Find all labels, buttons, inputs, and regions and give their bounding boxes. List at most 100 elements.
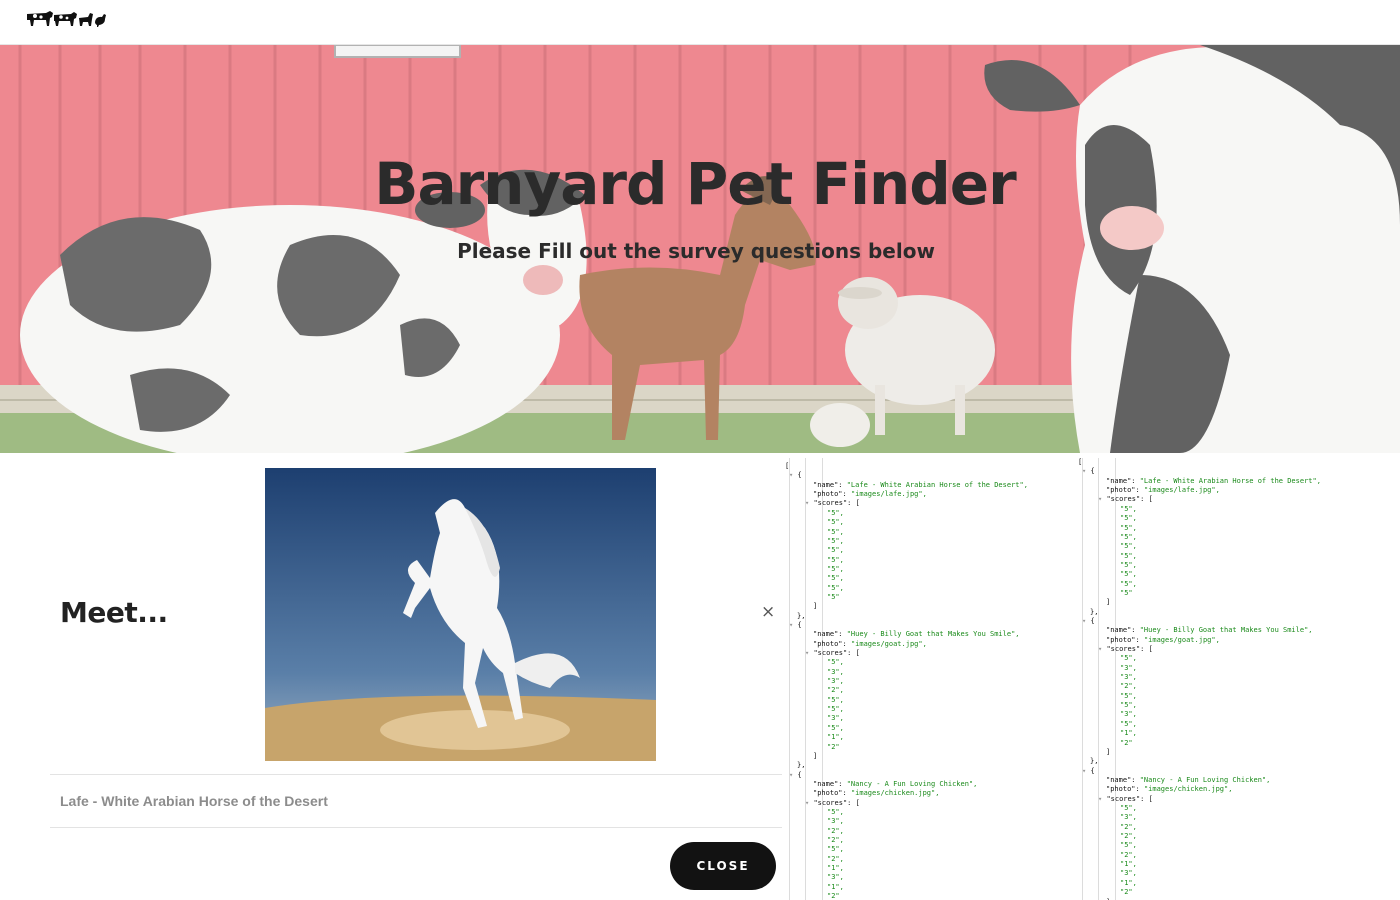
json-score-value: "5", — [1120, 654, 1137, 663]
json-score-value: "3", — [827, 677, 844, 685]
json-bracket: ] — [813, 751, 818, 760]
json-scores-line: ▾ "scores": [ — [805, 798, 860, 807]
barnyard-animals-logo-icon[interactable] — [26, 8, 108, 30]
json-photo-line: "photo": "images/lafe.jpg", — [1106, 486, 1220, 494]
close-icon[interactable]: × — [761, 602, 775, 622]
json-score-value: "1", — [1120, 729, 1137, 738]
json-name-line: "name": "Lafe - White Arabian Horse of t… — [1106, 476, 1321, 485]
close-button[interactable]: CLOSE — [670, 842, 776, 890]
json-score-value: "5", — [1120, 560, 1137, 569]
json-object-open: ▾ { — [789, 620, 802, 629]
json-score-value: "5", — [827, 658, 844, 667]
json-score-value: "5", — [827, 555, 844, 564]
json-object-open: ▾ { — [1082, 467, 1095, 476]
json-score-value: "2", — [827, 686, 844, 695]
json-indent-guide — [805, 458, 806, 900]
json-scores-line: ▾ "scores": [ — [1098, 645, 1153, 653]
json-name-line: "name": "Huey - Billy Goat that Makes Yo… — [1106, 626, 1313, 635]
json-score-value: "5", — [1120, 719, 1137, 728]
json-score-value: "5", — [1120, 841, 1137, 850]
json-score-value: "3", — [1120, 813, 1137, 822]
json-bracket: ] — [1106, 598, 1111, 607]
json-score-value: "3", — [1120, 869, 1137, 878]
json-object-open: ▾ { — [789, 471, 802, 480]
modal-divider-top — [50, 774, 782, 775]
match-modal: Meet... × Lafe - White Arabian Horse of … — [50, 458, 782, 900]
json-bracket: }, — [1090, 757, 1099, 766]
json-object-open: ▾ { — [1082, 766, 1095, 775]
json-object-open: ▾ { — [789, 770, 802, 779]
json-score-value: "2" — [827, 892, 840, 900]
json-score-value: "3", — [1120, 663, 1137, 672]
json-score-value: "5", — [827, 527, 844, 536]
json-score-value: "1", — [827, 733, 844, 742]
json-score-value: "3", — [827, 817, 844, 826]
json-bracket: }, — [797, 611, 806, 620]
json-score-value: "1", — [1120, 878, 1137, 887]
json-indent-guide — [1115, 458, 1116, 900]
modal-divider-bottom — [50, 827, 782, 828]
json-scores-line: ▾ "scores": [ — [805, 499, 860, 508]
json-score-value: "5", — [1120, 532, 1137, 541]
json-score-value: "5", — [827, 583, 844, 592]
json-score-value: "3", — [1120, 673, 1137, 681]
json-indent-guide — [789, 458, 790, 900]
pet-name: Lafe - White Arabian Horse of the Desert — [60, 793, 328, 809]
json-score-value: "3", — [827, 873, 844, 882]
json-score-value: "5", — [827, 845, 844, 854]
json-score-value: "5", — [1120, 579, 1137, 588]
json-score-value: "1", — [1120, 860, 1137, 869]
json-score-value: "5", — [1120, 691, 1137, 700]
json-score-value: "5", — [1120, 701, 1137, 710]
json-score-value: "2", — [1120, 832, 1137, 840]
json-score-value: "2", — [1120, 822, 1137, 831]
json-score-value: "5" — [1120, 588, 1133, 597]
json-name-line: "name": "Huey - Billy Goat that Makes Yo… — [813, 630, 1020, 639]
json-score-value: "5", — [1120, 804, 1137, 812]
page-subtitle: Please Fill out the survey questions bel… — [457, 239, 935, 263]
json-score-value: "3", — [827, 667, 844, 676]
page-title: Barnyard Pet Finder — [374, 150, 1017, 218]
json-score-value: "2" — [1120, 738, 1133, 747]
json-indent-guide — [1082, 458, 1083, 900]
json-bracket: }, — [1090, 607, 1099, 616]
json-score-value: "5", — [1120, 551, 1137, 560]
json-score-value: "5", — [1120, 542, 1137, 551]
json-score-value: "2" — [1120, 888, 1133, 897]
json-bracket: }, — [797, 761, 806, 770]
json-photo-line: "photo": "images/chicken.jpg", — [1106, 785, 1233, 794]
json-object-open: ▾ { — [1082, 616, 1095, 625]
json-score-value: "2" — [827, 742, 840, 751]
json-score-value: "2", — [1120, 850, 1137, 859]
json-bracket: ] — [813, 602, 818, 611]
json-score-value: "5", — [1120, 570, 1137, 579]
json-name-line: "name": "Nancy - A Fun Loving Chicken", — [813, 779, 978, 788]
json-score-value: "5", — [827, 518, 844, 527]
json-indent-guide — [822, 458, 823, 900]
json-score-value: "1", — [827, 882, 844, 891]
json-score-value: "2", — [1120, 682, 1137, 691]
json-score-value: "2", — [827, 854, 844, 863]
json-photo-line: "photo": "images/goat.jpg", — [813, 639, 927, 648]
json-score-value: "5", — [827, 546, 844, 555]
json-viewer-left: [▾ {"name": "Lafe - White Arabian Horse … — [783, 458, 1083, 900]
pet-photo — [265, 468, 656, 761]
json-score-value: "5", — [827, 695, 844, 704]
json-score-value: "5", — [827, 808, 844, 816]
json-score-value: "5", — [1120, 523, 1137, 532]
json-score-value: "5", — [1120, 504, 1137, 513]
json-score-value: "5", — [827, 705, 844, 714]
json-score-value: "2", — [827, 826, 844, 835]
json-indent-guide — [1098, 458, 1099, 900]
json-score-value: "2", — [827, 836, 844, 844]
json-photo-line: "photo": "images/chicken.jpg", — [813, 789, 940, 798]
json-photo-line: "photo": "images/lafe.jpg", — [813, 490, 927, 498]
navbar — [0, 0, 1400, 45]
json-score-value: "1", — [827, 864, 844, 873]
json-bracket: ] — [1106, 747, 1111, 756]
json-viewer-right: [▾ {"name": "Lafe - White Arabian Horse … — [1076, 458, 1376, 900]
json-scores-line: ▾ "scores": [ — [1098, 794, 1153, 803]
json-name-line: "name": "Nancy - A Fun Loving Chicken", — [1106, 775, 1271, 784]
json-photo-line: "photo": "images/goat.jpg", — [1106, 635, 1220, 644]
json-name-line: "name": "Lafe - White Arabian Horse of t… — [813, 480, 1028, 489]
